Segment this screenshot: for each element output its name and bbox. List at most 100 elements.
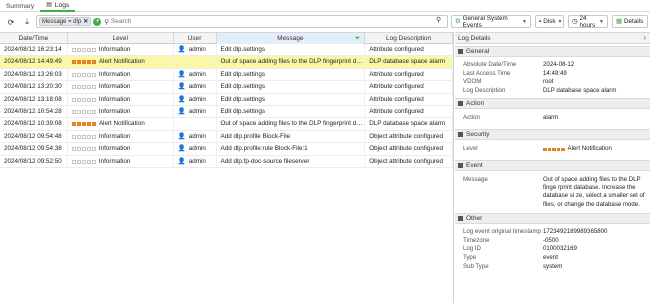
level-text: Information [98,132,131,140]
table-row[interactable]: 2024/08/12 09:54:48 Information 👤 admin Add … [0,130,454,144]
cell-level: Alert Notification [68,118,174,131]
cell-datetime: 2024/08/12 10:39:08 [0,118,68,131]
section-action[interactable]: Action [455,98,650,110]
time-range-dropdown[interactable]: ◷ 24 hours ▼ [568,15,608,29]
collapse-icon [458,49,463,54]
detail-key: Log ID [463,245,481,253]
detail-value: 2024-08-12 [543,61,575,68]
level-indicator-icon [543,147,565,152]
user-name: admin [188,46,206,53]
level-indicator-icon [71,122,96,127]
detail-key: Log Description [463,86,506,94]
security-level-text: Alert Notification [567,144,612,152]
details-icon: ▦ [616,18,622,25]
section-event[interactable]: Event [455,159,650,171]
level-text: Information [98,157,131,165]
tab-logs[interactable]: ▤ Logs [40,0,76,12]
refresh-button[interactable]: ⟳ [4,15,18,29]
detail-key: Last Access Time [463,69,511,77]
detail-value: root [543,78,554,86]
search-bar[interactable]: Message = dlp ✕ + ⚲ [36,15,448,28]
col-datetime[interactable]: Date/Time [0,33,68,44]
close-panel-icon[interactable]: › [644,33,646,45]
cell-level: Information [68,93,174,106]
level-indicator-icon [71,97,96,102]
table-row[interactable]: 2024/08/12 14:49:49 Alert Notification Out… [0,56,454,69]
table-row[interactable]: 2024/08/12 10:54:28 Information 👤 admin Edit… [0,105,454,119]
detail-value: event [543,253,558,261]
cell-message: Add dlp.profile:rule Block-File:1 [217,143,366,156]
collapse-icon [458,162,463,168]
section-other[interactable]: Other [455,213,650,225]
level-indicator-icon [71,60,96,65]
cell-log-description: Attribute configured [365,68,454,81]
cell-user: 👤 admin [174,44,217,56]
detail-key: Type [463,253,477,261]
disk-label: Disk [543,18,556,25]
level-text: Alert Notification [98,120,145,128]
table-row[interactable]: 2024/08/12 13:20:30 Information 👤 admin Edit… [0,81,454,94]
table-row[interactable]: 2024/08/12 10:39:08 Alert Notification Out… [0,118,454,131]
cell-log-description: Object attribute configured [365,155,454,168]
level-indicator-icon [71,72,96,77]
col-message[interactable]: Message ⏷ [216,33,366,44]
download-button[interactable]: ⤓ [20,15,34,29]
cell-datetime: 2024/08/12 13:26:03 [0,68,68,81]
collapse-icon [458,131,463,137]
level-text: Information [98,70,131,78]
col-level[interactable]: Level [68,33,174,44]
detail-value: DLP database space alarm [543,86,617,94]
search-input[interactable] [111,18,311,25]
cell-level: Information [68,44,174,56]
cell-user [174,56,217,69]
table-row[interactable]: 2024/08/12 13:26:03 Information 👤 admin Edit… [0,68,454,82]
disk-icon: ▪ [539,18,542,25]
tab-summary[interactable]: Summary [0,0,40,12]
user-icon: 👤 [177,145,186,153]
user-name: admin [188,145,206,153]
cell-user [174,118,217,131]
section-general[interactable]: General [455,46,650,57]
cell-message: Edit dlp.settings [217,81,366,94]
cell-user: 👤 admin [174,81,217,94]
event-type-dropdown[interactable]: ⚙ General System Events ▼ [451,15,531,29]
detail-row: Log ID 0100032169 [455,245,650,254]
col-user[interactable]: User [174,33,217,44]
refresh-icon: ⟳ [7,17,15,27]
cell-datetime: 2024/08/12 09:54:48 [0,130,68,143]
level-text: Information [98,95,131,103]
level-indicator-icon [71,85,96,90]
col-log-description[interactable]: Log Description [365,33,453,44]
add-filter-icon[interactable]: + [93,17,102,26]
search-submit-icon[interactable]: ⚲ [436,16,441,24]
disk-dropdown[interactable]: ▪ Disk ▼ [535,15,564,28]
panel-title-label: Log Details [458,35,491,42]
detail-row: Log event original timestamp 172349218998… [455,228,650,237]
section-action-title: Action [466,100,485,108]
filter-chip[interactable]: Message = dlp ✕ [39,17,92,26]
level-indicator-icon [71,48,96,52]
search-icon: ⚲ [104,18,109,26]
section-general-title: General [466,48,490,55]
cell-message: Out of space adding files to the DLP fin… [217,56,366,69]
details-button[interactable]: ▦ Details [612,15,648,28]
filter-icon[interactable]: ⏷ [355,33,361,44]
chevron-down-icon: ▼ [522,18,527,25]
cell-message: Add dlp.fp-doc-source fileserver [217,155,366,168]
gear-icon: ⚙ [455,18,461,25]
close-icon[interactable]: ✕ [83,18,88,25]
detail-key: Absolute Date/Time [463,61,517,68]
table-row[interactable]: 2024/08/12 13:18:08 Information 👤 admin Edit… [0,93,454,106]
tab-logs-label: Logs [54,1,70,9]
table-row[interactable]: 2024/08/12 09:54:38 Information 👤 admin Add … [0,143,454,156]
user-name: admin [188,83,206,91]
table-row[interactable]: 2024/08/12 09:52:50 Information 👤 admin Add … [0,155,454,168]
level-indicator-icon [71,147,96,152]
user-name: admin [188,70,206,78]
cell-message: Out of space adding files to the DLP fin… [217,118,366,131]
section-security[interactable]: Security [455,128,650,140]
table-body: 2024/08/12 16:23:14 Information 👤 admin Edit… [0,44,454,168]
cell-level: Alert Notification [68,56,174,69]
tab-summary-label: Summary [6,2,35,10]
table-row[interactable]: 2024/08/12 16:23:14 Information 👤 admin Edit… [0,44,454,57]
